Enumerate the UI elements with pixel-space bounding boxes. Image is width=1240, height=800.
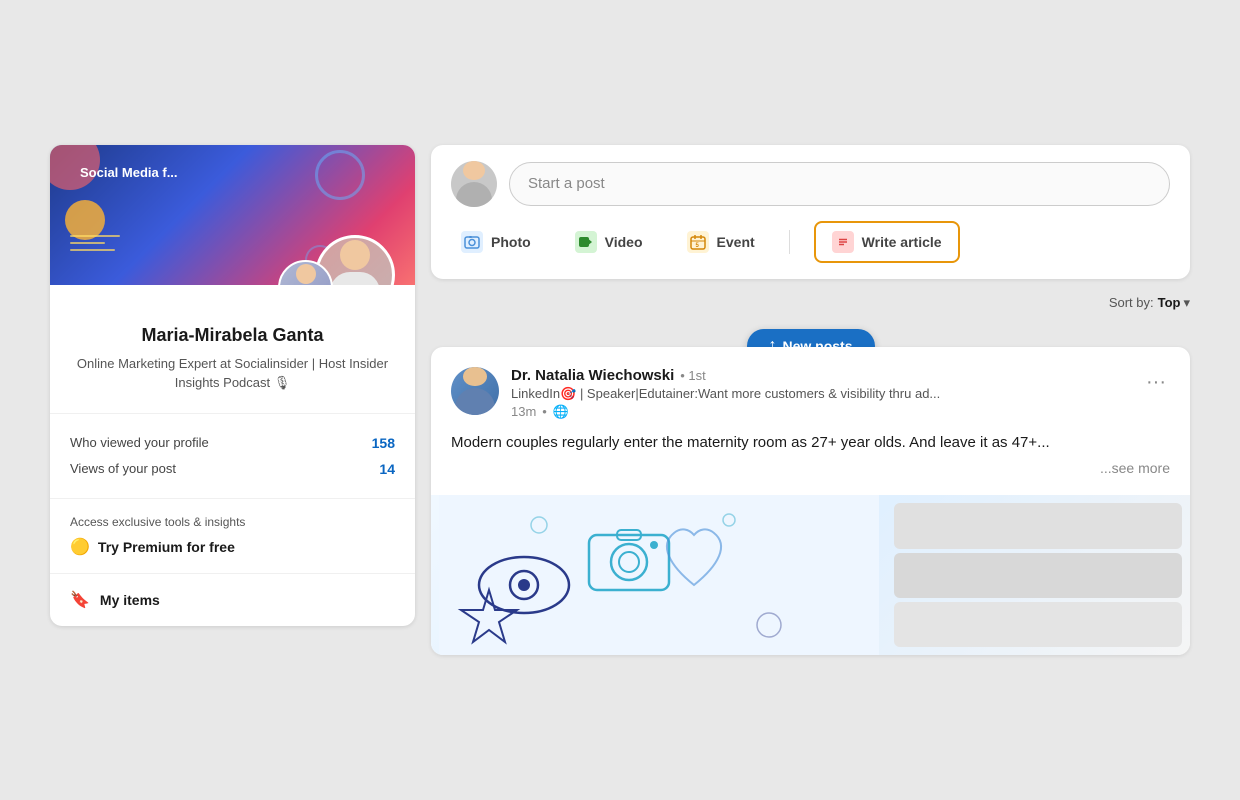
author-meta: 13m • 🌐 [511, 404, 940, 420]
post-time: 13m [511, 404, 536, 419]
post-image-content [431, 495, 1190, 655]
author-name: Dr. Natalia Wiechowski [511, 367, 674, 384]
event-label: Event [717, 234, 755, 250]
post-author: Dr. Natalia Wiechowski • 1st LinkedIn🎯 |… [451, 367, 940, 420]
my-items-label: My items [100, 592, 160, 608]
stat-row-profile-views[interactable]: Who viewed your profile 158 [70, 430, 395, 456]
composer-avatar [451, 161, 497, 207]
author-info: Dr. Natalia Wiechowski • 1st LinkedIn🎯 |… [511, 367, 940, 420]
composer-actions: Photo Video [451, 221, 1170, 263]
avatar-head [340, 240, 370, 270]
who-viewed-value: 158 [372, 435, 395, 451]
time-dot: • [542, 404, 547, 419]
svg-text:5: 5 [695, 243, 699, 249]
post-image-preview [431, 495, 1190, 655]
video-action-button[interactable]: Video [565, 225, 653, 259]
who-viewed-label: Who viewed your profile [70, 435, 209, 450]
post-text: Modern couples regularly enter the mater… [451, 434, 1050, 451]
illustration-area [431, 495, 886, 655]
feed-post-wrapper: ↑ New posts Dr [431, 347, 1190, 656]
left-panel: Social Media f... Maria-Mirabela [50, 145, 415, 626]
photo-label: Photo [491, 234, 531, 250]
composer-avatar-head [463, 161, 485, 180]
author-bio: LinkedIn🎯 | Speaker|Edutainer:Want more … [511, 386, 940, 402]
banner-decor-circle2 [65, 200, 105, 240]
see-more-link[interactable]: ...see more [451, 458, 1170, 479]
right-panel: Start a post Photo [431, 145, 1190, 656]
event-action-button[interactable]: 5 Event [677, 225, 765, 259]
profile-bio: Online Marketing Expert at Socialinsider… [70, 354, 395, 393]
texture-block-1 [894, 503, 1182, 548]
actions-divider [789, 230, 790, 254]
write-article-icon [832, 231, 854, 253]
photo-action-button[interactable]: Photo [451, 225, 541, 259]
premium-section: Access exclusive tools & insights 🟡 Try … [50, 499, 415, 574]
globe-icon: 🌐 [553, 404, 569, 420]
banner-decor-lines [70, 235, 130, 265]
author-name-row: Dr. Natalia Wiechowski • 1st [511, 367, 940, 384]
author-avatar-body [455, 388, 495, 414]
sort-by-label: Sort by: [1109, 295, 1154, 310]
start-post-input[interactable]: Start a post [509, 162, 1170, 206]
composer-top: Start a post [451, 161, 1170, 207]
composer-avatar-body [456, 182, 492, 207]
profile-info: Maria-Mirabela Ganta Online Marketing Ex… [50, 285, 415, 414]
author-avatar-silhouette [451, 367, 499, 415]
post-composer: Start a post Photo [431, 145, 1190, 279]
texture-area [886, 495, 1190, 655]
feed-post: Dr. Natalia Wiechowski • 1st LinkedIn🎯 |… [431, 347, 1190, 656]
bookmark-icon: 🔖 [70, 590, 90, 610]
author-avatar [451, 367, 499, 415]
views-post-value: 14 [379, 461, 395, 477]
sort-bar: Sort by: Top ▾ [431, 291, 1190, 315]
stat-row-post-views[interactable]: Views of your post 14 [70, 456, 395, 482]
photo-icon [461, 231, 483, 253]
start-post-placeholder: Start a post [528, 175, 605, 192]
profile-banner: Social Media f... [50, 145, 415, 285]
composer-avatar-silhouette [451, 161, 497, 207]
profile-name: Maria-Mirabela Ganta [70, 325, 395, 346]
main-container: Social Media f... Maria-Mirabela [30, 125, 1210, 676]
author-avatar-head [463, 367, 487, 387]
write-article-label: Write article [862, 234, 942, 250]
views-post-label: Views of your post [70, 461, 176, 476]
avatar-body [330, 272, 380, 285]
profile-photo-wrapper [315, 235, 395, 285]
video-label: Video [605, 234, 643, 250]
profile-stats: Who viewed your profile 158 Views of you… [50, 414, 415, 499]
post-content: Modern couples regularly enter the mater… [431, 432, 1190, 496]
premium-cta-label: Try Premium for free [98, 539, 235, 555]
post-menu-button[interactable]: ··· [1142, 367, 1170, 398]
write-article-button[interactable]: Write article [814, 221, 960, 263]
event-icon: 5 [687, 231, 709, 253]
my-items-section[interactable]: 🔖 My items [50, 574, 415, 626]
texture-block-2 [894, 553, 1182, 598]
premium-icon: 🟡 [70, 537, 90, 557]
sort-chevron-icon[interactable]: ▾ [1183, 295, 1190, 311]
banner-text: Social Media f... [80, 165, 178, 182]
texture-block-3 [894, 602, 1182, 647]
sort-value[interactable]: Top [1158, 295, 1181, 310]
premium-button[interactable]: 🟡 Try Premium for free [70, 537, 395, 557]
video-icon [575, 231, 597, 253]
premium-teaser-text: Access exclusive tools & insights [70, 515, 395, 529]
post-header: Dr. Natalia Wiechowski • 1st LinkedIn🎯 |… [431, 347, 1190, 432]
avatar-head-sm [296, 264, 316, 284]
banner-decor-circle3 [315, 150, 365, 200]
author-degree: • 1st [680, 368, 706, 383]
